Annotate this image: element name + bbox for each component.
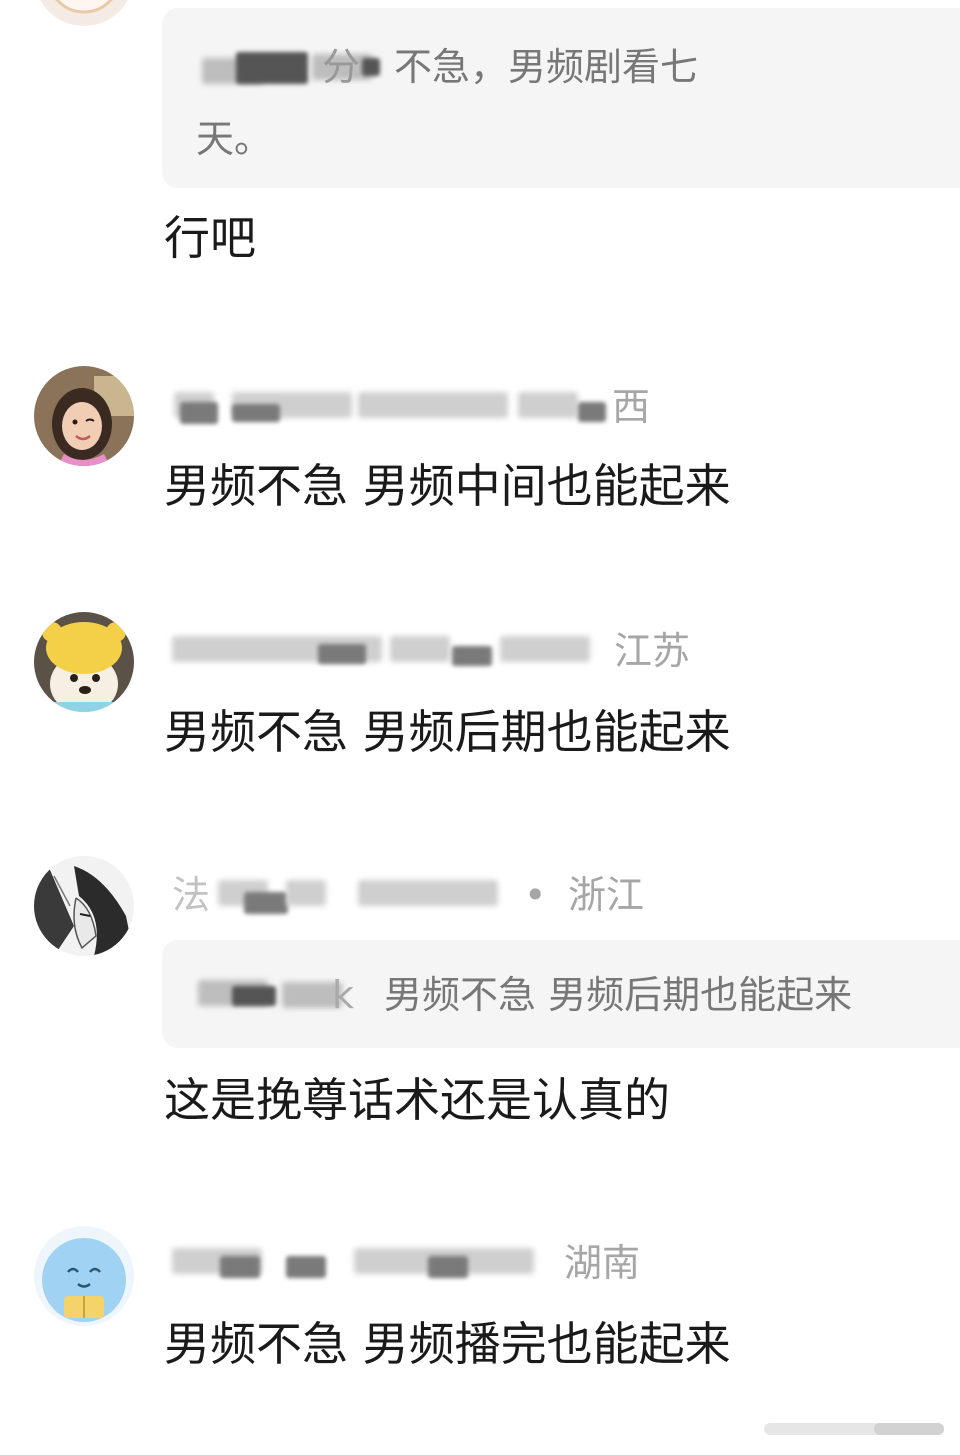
redacted-username xyxy=(232,404,280,422)
quoted-comment[interactable]: 分 不急，男频剧看七 天。 xyxy=(162,8,960,188)
redacted-time xyxy=(358,392,508,418)
scroll-indicator xyxy=(754,1411,954,1447)
redacted-time xyxy=(428,1256,468,1278)
quote-text-line-1: 不急，男频剧看七 xyxy=(394,45,699,89)
avatar[interactable] xyxy=(34,612,134,712)
redacted-username xyxy=(286,1256,326,1278)
redacted-username xyxy=(318,644,366,664)
redacted-username xyxy=(232,986,276,1006)
redacted-username xyxy=(180,402,218,424)
location-fragment: 江苏 xyxy=(614,629,691,673)
quote-author-fragment: k xyxy=(332,973,355,1017)
redacted-username xyxy=(286,880,326,906)
avatar[interactable] xyxy=(34,1226,134,1326)
avatar[interactable] xyxy=(34,856,134,956)
comment-meta: 湖南 xyxy=(168,1238,728,1288)
location: 浙江 xyxy=(568,873,645,917)
redacted-time xyxy=(452,646,492,666)
comment-meta: 江苏 xyxy=(168,626,728,676)
redacted-username xyxy=(236,52,308,84)
quote-text: 男频不急 男频后期也能起来 xyxy=(384,973,853,1017)
avatar-cartoon-icon xyxy=(40,0,128,26)
avatar-partial[interactable] xyxy=(34,0,134,26)
quote-author-fragment: 分 xyxy=(322,45,361,89)
avatar[interactable] xyxy=(34,366,134,466)
redacted-username xyxy=(220,1256,260,1278)
location-fragment: 西 xyxy=(612,385,651,429)
comment-text: 行吧 xyxy=(164,211,256,265)
redacted-time xyxy=(518,392,578,418)
comment-text: 这是挽尊话术还是认真的 xyxy=(164,1073,670,1127)
comment-meta: 法 • 浙江 xyxy=(168,870,728,920)
redacted-username xyxy=(362,58,380,76)
redacted-time xyxy=(390,636,450,662)
username-fragment: 法 xyxy=(172,873,211,917)
avatar-anime-icon xyxy=(34,856,134,956)
comment-text: 男频不急 男频播完也能起来 xyxy=(164,1317,731,1371)
comment-text: 男频不急 男频中间也能起来 xyxy=(164,459,731,513)
comment-text: 男频不急 男频后期也能起来 xyxy=(164,705,731,759)
redacted-location xyxy=(578,402,606,422)
redacted-time xyxy=(358,880,498,906)
comment-thread: 分 不急，男频剧看七 天。 行吧 西 男频不急 男频中间也能起来 江苏 男频不急… xyxy=(0,0,960,1455)
avatar-cartoon-blue-icon xyxy=(34,1226,134,1326)
meta-separator: • xyxy=(524,873,547,917)
redacted-time xyxy=(500,636,590,662)
avatar-woman-icon xyxy=(34,366,134,466)
scroll-dots-icon xyxy=(764,1423,944,1435)
comment-meta: 西 xyxy=(168,382,728,432)
quoted-comment[interactable]: k 男频不急 男频后期也能起来 xyxy=(162,940,960,1048)
redacted-username xyxy=(244,892,288,914)
avatar-dog-hat-icon xyxy=(34,612,134,712)
quote-text-line-2: 天。 xyxy=(196,117,273,161)
location-fragment: 湖南 xyxy=(564,1241,641,1285)
